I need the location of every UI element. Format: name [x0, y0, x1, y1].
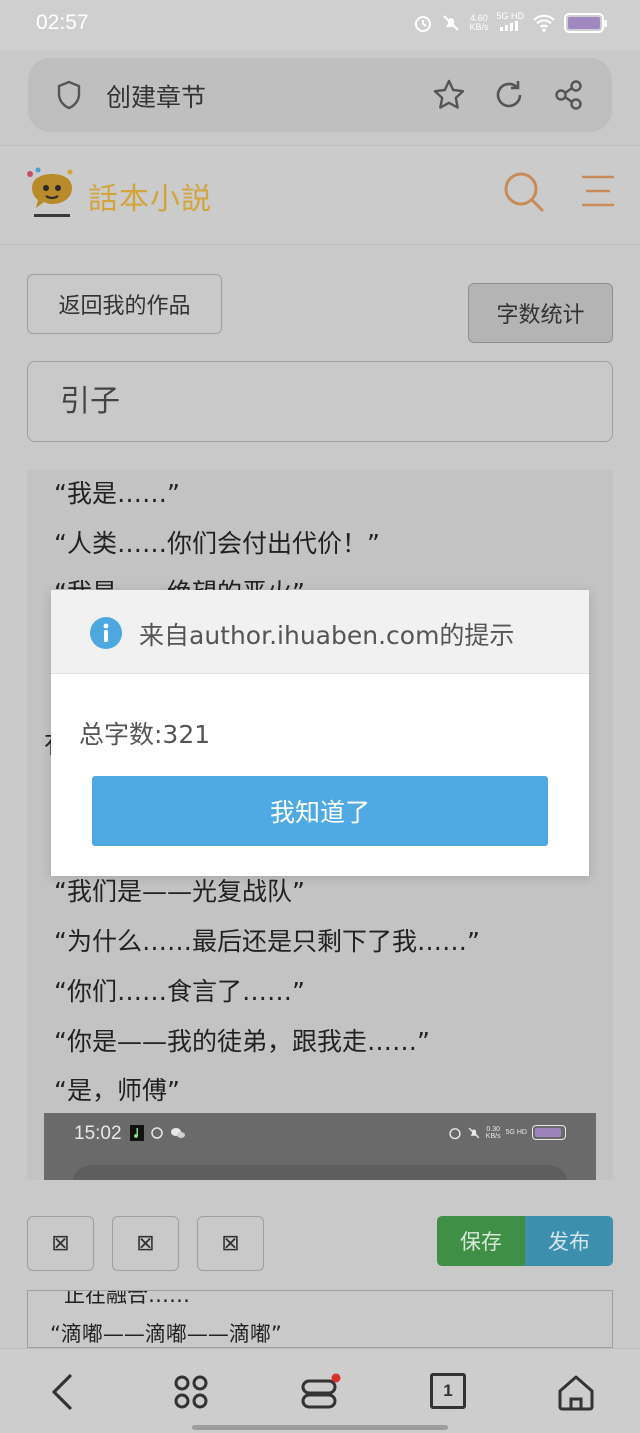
dialog-title: 来自author.ihuaben.com的提示: [139, 621, 515, 650]
battery-icon: [564, 12, 607, 33]
wifi-icon: [533, 14, 555, 32]
embedded-address-bar: [72, 1165, 568, 1180]
embedded-app-icons: [130, 1125, 186, 1141]
chapter-title-input[interactable]: 引子: [27, 361, 613, 442]
save-button[interactable]: 保存: [437, 1216, 525, 1266]
editor-line: “为什么……最后还是只剩下了我……”: [54, 927, 480, 956]
browser-address-bar[interactable]: 创建章节: [28, 58, 612, 132]
alarm-icon: [415, 15, 432, 32]
back-icon[interactable]: [48, 1373, 78, 1411]
editor-line: “人类……你们会付出代价！”: [54, 529, 380, 558]
format-button-3[interactable]: ⊠: [197, 1216, 264, 1271]
embedded-net-speed: 0.30 KB/s: [486, 1126, 501, 1140]
mute-icon: [468, 1127, 480, 1138]
logo-icon[interactable]: [24, 166, 80, 222]
editor-line: “你是——我的徒弟，跟我走……”: [54, 1027, 430, 1056]
status-icons: 4.60 KB/s 5G HD: [413, 12, 607, 33]
dialog-message: 总字数:321: [79, 720, 211, 749]
tab-count-button[interactable]: 1: [430, 1373, 466, 1409]
preview-panel: 正在融合…… “滴嘟——滴嘟——滴嘟”: [27, 1290, 613, 1348]
alarm-icon: [449, 1127, 461, 1139]
alert-dialog: 来自author.ihuaben.com的提示 总字数:321 我知道了: [51, 590, 589, 876]
shield-icon[interactable]: [56, 80, 82, 110]
tabs-stack-icon[interactable]: [300, 1373, 344, 1413]
music-icon: [130, 1125, 144, 1141]
home-icon[interactable]: [556, 1373, 596, 1411]
battery-icon: [532, 1125, 566, 1140]
star-icon[interactable]: [432, 78, 466, 112]
menu-icon[interactable]: [580, 174, 616, 208]
dialog-ok-button[interactable]: 我知道了: [92, 776, 548, 846]
dialog-header: 来自author.ihuaben.com的提示: [51, 590, 589, 674]
back-to-works-button[interactable]: 返回我的作品: [27, 274, 222, 334]
editor-line: “我们是——光复战队”: [54, 877, 305, 906]
embedded-net-speed-unit: KB/s: [485, 1132, 501, 1140]
page-title[interactable]: 创建章节: [106, 78, 206, 114]
browser-bottom-nav: 1: [0, 1348, 640, 1433]
logo-text[interactable]: 話本小説: [88, 174, 212, 218]
editor-line: “我是……”: [54, 479, 180, 508]
site-header: 話本小説: [0, 145, 640, 245]
word-count-button[interactable]: 字数统计: [468, 283, 613, 343]
status-time: 02:57: [36, 11, 89, 34]
preview-line: 正在融合……: [64, 1290, 190, 1307]
apps-icon[interactable]: [172, 1373, 210, 1411]
reload-icon[interactable]: [492, 78, 526, 112]
editor-line: “是，师傅”: [54, 1076, 180, 1105]
mute-icon: [443, 14, 460, 31]
net-speed: 4.60 KB/s: [469, 13, 489, 32]
home-indicator[interactable]: [192, 1425, 448, 1430]
embedded-status-icons: 0.30 KB/s 5G HD: [448, 1125, 566, 1140]
preview-line: “滴嘟——滴嘟——滴嘟”: [50, 1322, 282, 1346]
embedded-network: 5G HD: [505, 1129, 527, 1136]
embedded-time: 15:02: [74, 1123, 122, 1144]
wechat-icon: [171, 1128, 185, 1138]
share-icon[interactable]: [552, 78, 586, 112]
format-button-1[interactable]: ⊠: [27, 1216, 94, 1271]
editor-line: “你们……食言了……”: [54, 977, 305, 1006]
signal-icon: [500, 21, 519, 31]
status-bar: 02:57 4.60 KB/s 5G HD: [0, 0, 640, 50]
net-speed-unit: KB/s: [469, 21, 489, 32]
info-icon: [90, 617, 122, 649]
flower-icon: [151, 1127, 163, 1139]
signal-indicator: 5G HD: [496, 12, 524, 33]
format-button-2[interactable]: ⊠: [112, 1216, 179, 1271]
network-type: 5G HD: [496, 11, 524, 21]
search-icon[interactable]: [502, 170, 546, 214]
publish-button[interactable]: 发布: [525, 1216, 613, 1266]
embedded-net-speed-value: 0.30: [486, 1125, 500, 1133]
embedded-screenshot: 15:02 0.30 KB/s 5G HD: [44, 1113, 596, 1180]
